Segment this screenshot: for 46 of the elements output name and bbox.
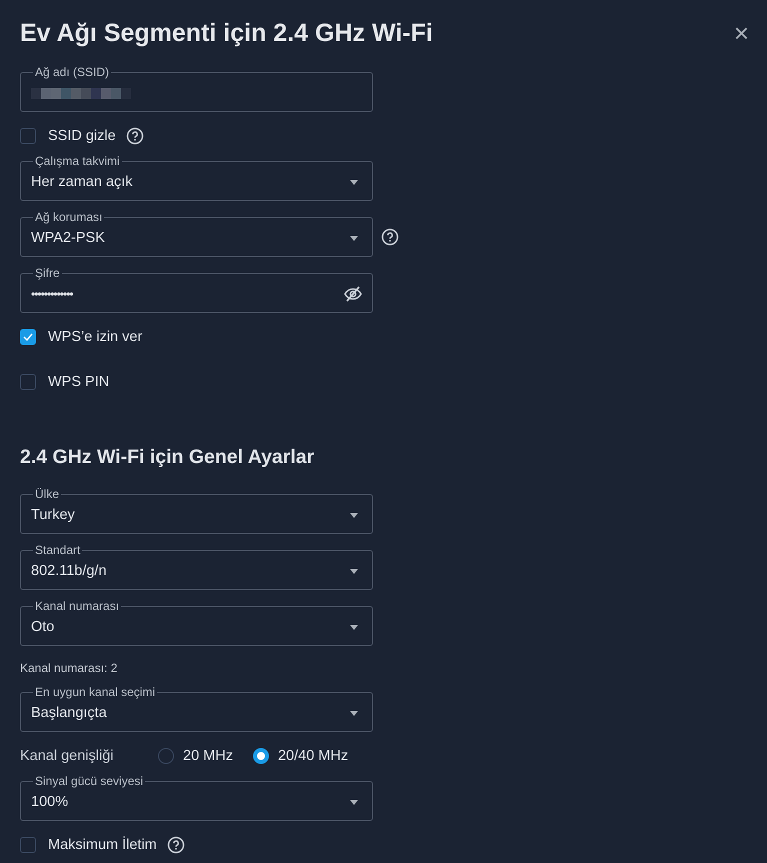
password-value: •••••••••••••	[31, 287, 73, 301]
radio-label: 20 MHz	[183, 748, 233, 764]
dropdown-value: Turkey	[31, 507, 75, 523]
checkbox-label: Maksimum İletim	[48, 837, 157, 853]
caret-icon	[350, 800, 358, 804]
checkbox[interactable]	[20, 374, 36, 390]
help-icon[interactable]	[166, 836, 185, 854]
radio-label: 20/40 MHz	[278, 748, 348, 764]
caret-icon	[350, 512, 358, 518]
help-icon[interactable]	[126, 127, 144, 145]
dropdown-field[interactable]: Çalışma takvimi Her zaman açık	[20, 154, 373, 201]
help-icon[interactable]	[381, 228, 399, 246]
dropdown-value: Başlangıçta	[31, 705, 107, 721]
password-field[interactable]: Şifre •••••••••••••	[20, 266, 373, 313]
checkbox-label: SSID gizle	[48, 128, 116, 144]
checkbox-label: WPS PIN	[48, 374, 110, 390]
caret-icon	[350, 236, 358, 240]
dropdown-field[interactable]: Standart 802.11b/g/n	[20, 543, 373, 590]
checkbox-label: WPS’e izin ver	[48, 329, 142, 345]
dropdown-field[interactable]: Ağ koruması WPA2-PSK	[20, 210, 373, 257]
dropdown-field[interactable]: Sinyal gücü seviyesi 100%	[20, 774, 373, 821]
caret-icon	[350, 624, 358, 630]
dropdown-field[interactable]: Ülke Turkey	[20, 487, 373, 534]
checkbox[interactable]	[20, 837, 36, 853]
dropdown-value: Her zaman açık	[31, 174, 133, 190]
checkbox[interactable]	[20, 128, 36, 144]
close-button[interactable]: ×	[730, 20, 753, 46]
text-field[interactable]: Ağ adı (SSID)	[20, 65, 373, 112]
check-icon	[23, 333, 33, 341]
caret-icon	[350, 180, 358, 184]
dropdown-value: 802.11b/g/n	[31, 563, 107, 579]
radio-button[interactable]	[252, 748, 269, 764]
checkbox[interactable]	[20, 329, 36, 345]
eye-slash-icon[interactable]	[344, 286, 362, 302]
caret-icon	[350, 568, 358, 574]
dropdown-value: Oto	[31, 619, 54, 635]
channel-info-text: Kanal numarası: 2	[20, 661, 118, 675]
dropdown-value: 100%	[31, 794, 68, 810]
radio-button[interactable]	[158, 748, 174, 764]
dropdown-value: WPA2-PSK	[31, 230, 105, 246]
dropdown-field[interactable]: En uygun kanal seçimi Başlangıçta	[20, 685, 373, 732]
dropdown-field[interactable]: Kanal numarası Oto	[20, 599, 373, 646]
dialog-title: Ev Ağı Segmenti için 2.4 GHz Wi-Fi	[20, 18, 433, 48]
section-heading: 2.4 GHz Wi-Fi için Genel Ayarlar	[20, 445, 316, 469]
caret-icon	[350, 710, 358, 716]
radio-group-label: Kanal genişliği	[20, 748, 115, 764]
